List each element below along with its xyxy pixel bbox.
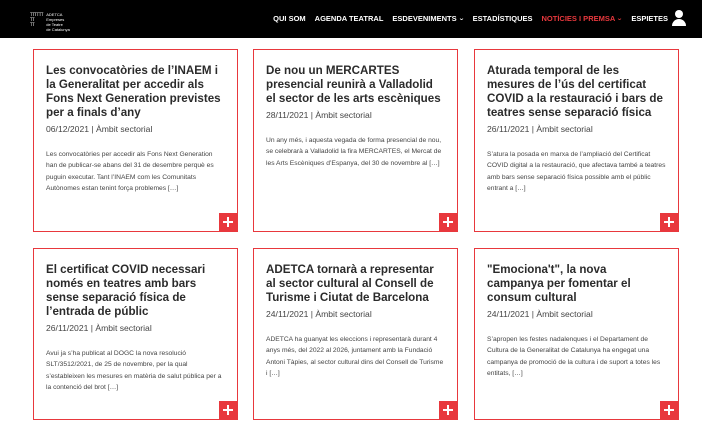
plus-icon xyxy=(223,405,233,415)
news-card[interactable]: "Emociona't", la nova campanya per fomen… xyxy=(474,248,679,420)
plus-icon xyxy=(443,217,453,227)
plus-icon xyxy=(664,217,674,227)
top-navbar: TTTTTT TT TT ADETCA Empreses de Teatre d… xyxy=(0,0,702,38)
card-meta: 24/11/2021 | Àmbit sectorial xyxy=(266,309,372,319)
news-card[interactable]: Aturada temporal de les mesures de l’ús … xyxy=(474,49,679,232)
card-title[interactable]: Les convocatòries de l’INAEM i la Genera… xyxy=(46,64,225,120)
nav-item-noticies-i-premsa[interactable]: NOTÍCIES I PREMSA ⌄ xyxy=(541,14,624,23)
read-more-button[interactable] xyxy=(219,213,237,231)
plus-icon xyxy=(223,217,233,227)
logo-mark: TTTTTT TT TT xyxy=(30,12,44,27)
nav-item-qui-som[interactable]: QUI SOM xyxy=(273,14,306,23)
user-icon[interactable] xyxy=(672,10,686,27)
read-more-button[interactable] xyxy=(219,401,237,419)
card-title[interactable]: "Emociona't", la nova campanya per fomen… xyxy=(487,263,666,305)
card-meta: 24/11/2021 | Àmbit sectorial xyxy=(487,309,593,319)
read-more-button[interactable] xyxy=(660,213,678,231)
card-title[interactable]: Aturada temporal de les mesures de l’ús … xyxy=(487,64,666,120)
card-title[interactable]: ADETCA tornarà a representar al sector c… xyxy=(266,263,445,305)
nav-label: ESPIETES xyxy=(631,14,668,23)
card-excerpt: ADETCA ha guanyat les eleccions i repres… xyxy=(266,336,444,378)
card-meta: 06/12/2021 | Àmbit sectorial xyxy=(46,124,153,134)
nav-label: AGENDA TEATRAL xyxy=(314,14,384,23)
news-card[interactable]: El certificat COVID necessari només en t… xyxy=(33,248,238,420)
nav-item-agenda-teatral[interactable]: AGENDA TEATRAL xyxy=(315,14,384,23)
user-icon-head xyxy=(675,10,683,18)
news-card[interactable]: Les convocatòries de l’INAEM i la Genera… xyxy=(33,49,238,232)
news-card[interactable]: ADETCA tornarà a representar al sector c… xyxy=(253,248,458,420)
nav-item-estadistiques[interactable]: ESTADÍSTIQUES xyxy=(473,14,533,23)
logo-text: ADETCA Empreses de Teatre de Catalunya xyxy=(46,12,70,32)
card-meta: 26/11/2021 | Àmbit sectorial xyxy=(487,124,593,134)
card-excerpt: Un any més, i aquesta vegada de forma pr… xyxy=(266,137,442,167)
chevron-down-icon: ⌄ xyxy=(616,16,624,22)
card-meta: 26/11/2021 | Àmbit sectorial xyxy=(46,323,152,333)
card-excerpt: Avui ja s’ha publicat al DOGC la nova re… xyxy=(46,350,222,392)
read-more-button[interactable] xyxy=(439,213,457,231)
plus-icon xyxy=(443,405,453,415)
card-excerpt: S’apropen les festes nadalenques i el De… xyxy=(487,336,661,378)
main-menu: QUI SOM AGENDA TEATRAL ESDEVENIMENTS ⌄ ES… xyxy=(273,14,668,23)
nav-label: NOTÍCIES I PREMSA xyxy=(541,14,616,23)
read-more-button[interactable] xyxy=(439,401,457,419)
read-more-button[interactable] xyxy=(660,401,678,419)
chevron-down-icon: ⌄ xyxy=(457,16,465,22)
nav-label: ESDEVENIMENTS xyxy=(392,14,457,23)
news-card[interactable]: De nou un MERCARTES presencial reunirà a… xyxy=(253,49,458,232)
nav-label: ESTADÍSTIQUES xyxy=(472,14,533,23)
card-title[interactable]: De nou un MERCARTES presencial reunirà a… xyxy=(266,64,445,106)
card-meta: 28/11/2021 | Àmbit sectorial xyxy=(266,110,372,120)
nav-label: QUI SOM xyxy=(273,14,306,23)
plus-icon xyxy=(664,405,674,415)
card-excerpt: Les convocatòries per accedir als Fons N… xyxy=(46,151,214,193)
site-logo[interactable]: TTTTTT TT TT ADETCA Empreses de Teatre d… xyxy=(30,12,90,34)
user-icon-body xyxy=(672,19,686,26)
card-excerpt: S’atura la posada en marxa de l’ampliaci… xyxy=(487,151,666,193)
card-title[interactable]: El certificat COVID necessari només en t… xyxy=(46,263,225,319)
nav-item-esdeveniments[interactable]: ESDEVENIMENTS ⌄ xyxy=(392,14,465,23)
nav-item-espietes[interactable]: ESPIETES xyxy=(631,14,668,23)
